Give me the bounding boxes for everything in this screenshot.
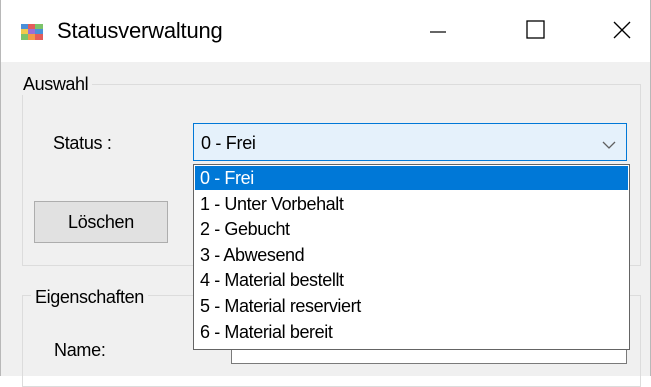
dropdown-item[interactable]: 2 - Gebucht (195, 217, 628, 241)
close-button[interactable] (599, 10, 645, 54)
minimize-button[interactable] (415, 10, 461, 54)
status-window: Statusverwaltung Auswahl Status : 0 - Fr… (0, 0, 651, 387)
dropdown-item[interactable]: 3 - Abwesend (195, 243, 628, 267)
status-label: Status : (53, 133, 112, 153)
close-icon (612, 20, 632, 45)
status-combobox-value: 0 - Frei (201, 133, 256, 153)
delete-button[interactable]: Löschen (34, 201, 168, 243)
auswahl-legend: Auswahl (19, 74, 93, 95)
eigenschaften-legend: Eigenschaften (31, 287, 148, 308)
chevron-down-icon[interactable] (602, 137, 616, 149)
maximize-icon (526, 19, 546, 45)
dropdown-item[interactable]: 0 - Frei (195, 166, 628, 190)
status-combobox[interactable]: 0 - Frei (193, 123, 627, 161)
name-label: Name: (54, 340, 106, 360)
dropdown-item[interactable]: 1 - Unter Vorbehalt (195, 192, 628, 216)
dropdown-item[interactable]: 6 - Material bereit (195, 320, 628, 344)
status-dropdown-list[interactable]: 0 - Frei 1 - Unter Vorbehalt 2 - Gebucht… (193, 164, 630, 350)
minimize-icon (429, 23, 447, 41)
maximize-button[interactable] (513, 10, 559, 54)
dropdown-item[interactable]: 5 - Material reserviert (195, 294, 628, 318)
dropdown-item[interactable]: 4 - Material bestellt (195, 268, 628, 292)
app-icon (21, 24, 43, 40)
window-title: Statusverwaltung (57, 18, 223, 43)
title-bar[interactable]: Statusverwaltung (1, 0, 650, 62)
delete-button-label: Löschen (68, 211, 134, 232)
